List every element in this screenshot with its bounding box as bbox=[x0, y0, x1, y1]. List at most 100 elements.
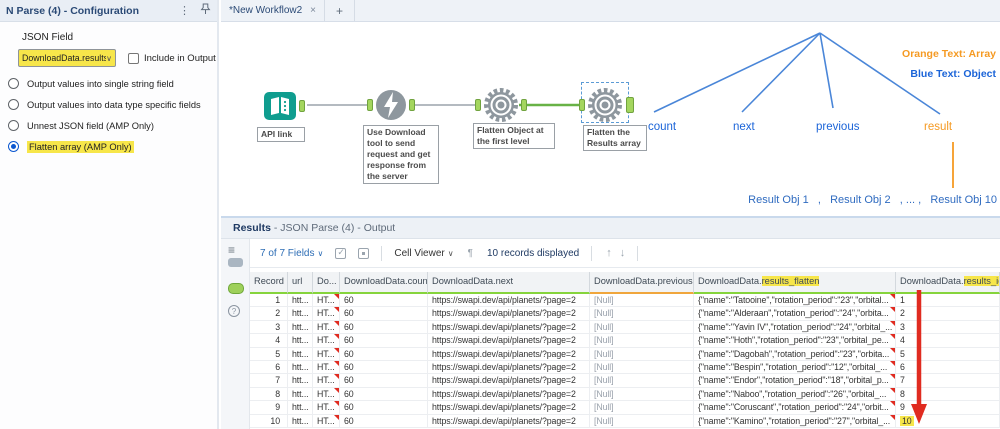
cell-next[interactable]: https://swapi.dev/api/planets/?page=2 bbox=[428, 321, 590, 333]
cell-count[interactable]: 60 bbox=[340, 321, 428, 333]
cell-count[interactable]: 60 bbox=[340, 374, 428, 386]
cell-previous[interactable]: [Null] bbox=[590, 361, 694, 373]
radio-icon[interactable] bbox=[8, 141, 19, 152]
scroll-up-icon[interactable]: ↑ bbox=[606, 247, 612, 259]
cell-next[interactable]: https://swapi.dev/api/planets/?page=2 bbox=[428, 334, 590, 346]
radio-icon[interactable] bbox=[8, 99, 19, 110]
cell-idx[interactable]: 5 bbox=[896, 348, 1000, 360]
input-anchor[interactable] bbox=[579, 99, 585, 111]
cell-count[interactable]: 60 bbox=[340, 307, 428, 319]
cell-idx[interactable]: 1 bbox=[896, 294, 1000, 306]
cell-count[interactable]: 60 bbox=[340, 415, 428, 427]
cell-idx[interactable]: 7 bbox=[896, 374, 1000, 386]
output-anchor[interactable] bbox=[299, 100, 305, 112]
cell-flatten[interactable]: {"name":"Naboo","rotation_period":"26","… bbox=[694, 388, 896, 400]
cell-count[interactable]: 60 bbox=[340, 361, 428, 373]
cell-headers[interactable]: HT... bbox=[313, 307, 340, 319]
cell-idx[interactable]: 10 bbox=[896, 415, 1000, 427]
column-header-previous[interactable]: DownloadData.previous bbox=[590, 272, 694, 294]
select-fields-icon[interactable] bbox=[335, 248, 346, 259]
cell-record[interactable]: 10 bbox=[250, 415, 288, 427]
cell-next[interactable]: https://swapi.dev/api/planets/?page=2 bbox=[428, 401, 590, 413]
cell-headers[interactable]: HT... bbox=[313, 348, 340, 360]
cell-previous[interactable]: [Null] bbox=[590, 321, 694, 333]
cell-idx[interactable]: 2 bbox=[896, 307, 1000, 319]
tool-text-input[interactable] bbox=[262, 88, 298, 129]
cell-record[interactable]: 8 bbox=[250, 388, 288, 400]
column-header-count[interactable]: DownloadData.count bbox=[340, 272, 428, 294]
cell-record[interactable]: 7 bbox=[250, 374, 288, 386]
cell-previous[interactable]: [Null] bbox=[590, 294, 694, 306]
column-header-headers[interactable]: Do... bbox=[313, 272, 340, 294]
input-anchor[interactable] bbox=[475, 99, 481, 111]
cell-previous[interactable]: [Null] bbox=[590, 348, 694, 360]
cell-url[interactable]: htt... bbox=[288, 334, 313, 346]
cell-headers[interactable]: HT... bbox=[313, 334, 340, 346]
radio-icon[interactable] bbox=[8, 78, 19, 89]
cell-headers[interactable]: HT... bbox=[313, 294, 340, 306]
cell-record[interactable]: 5 bbox=[250, 348, 288, 360]
cell-url[interactable]: htt... bbox=[288, 307, 313, 319]
column-header-url[interactable]: url bbox=[288, 272, 313, 294]
cell-flatten[interactable]: {"name":"Kamino","rotation_period":"27",… bbox=[694, 415, 896, 427]
table-row[interactable]: 3 htt...HT...60https://swapi.dev/api/plan… bbox=[250, 321, 1000, 334]
cell-idx[interactable]: 3 bbox=[896, 321, 1000, 333]
cell-flatten[interactable]: {"name":"Yavin IV","rotation_period":"24… bbox=[694, 321, 896, 333]
input-anchor[interactable] bbox=[367, 99, 373, 111]
cell-next[interactable]: https://swapi.dev/api/planets/?page=2 bbox=[428, 415, 590, 427]
cell-record[interactable]: 6 bbox=[250, 361, 288, 373]
column-header-record[interactable]: Record bbox=[250, 272, 288, 294]
tool-annotation[interactable]: Use Download tool to send request and ge… bbox=[363, 125, 439, 184]
whitespace-toggle-icon[interactable]: ¶ bbox=[468, 248, 473, 259]
cell-flatten[interactable]: {"name":"Hoth","rotation_period":"23","o… bbox=[694, 334, 896, 346]
cell-count[interactable]: 60 bbox=[340, 294, 428, 306]
cell-url[interactable]: htt... bbox=[288, 321, 313, 333]
cell-previous[interactable]: [Null] bbox=[590, 415, 694, 427]
cell-count[interactable]: 60 bbox=[340, 348, 428, 360]
column-header-flatten[interactable]: DownloadData.results_flatten bbox=[694, 272, 896, 294]
tool-download[interactable] bbox=[374, 88, 408, 127]
cell-headers[interactable]: HT... bbox=[313, 321, 340, 333]
cell-flatten[interactable]: {"name":"Bespin","rotation_period":"12",… bbox=[694, 361, 896, 373]
cell-idx[interactable]: 9 bbox=[896, 401, 1000, 413]
cell-next[interactable]: https://swapi.dev/api/planets/?page=2 bbox=[428, 374, 590, 386]
cell-next[interactable]: https://swapi.dev/api/planets/?page=2 bbox=[428, 348, 590, 360]
cell-count[interactable]: 60 bbox=[340, 401, 428, 413]
cell-previous[interactable]: [Null] bbox=[590, 334, 694, 346]
output-anchor[interactable] bbox=[521, 99, 527, 111]
cell-flatten[interactable]: {"name":"Dagobah","rotation_period":"23"… bbox=[694, 348, 896, 360]
kebab-menu-icon[interactable]: ⋮ bbox=[179, 4, 190, 17]
radio-icon[interactable] bbox=[8, 120, 19, 131]
cell-record[interactable]: 9 bbox=[250, 401, 288, 413]
cell-count[interactable]: 60 bbox=[340, 388, 428, 400]
cell-url[interactable]: htt... bbox=[288, 415, 313, 427]
help-icon[interactable]: ? bbox=[228, 305, 240, 317]
table-row[interactable]: 6htt...HT...60https://swapi.dev/api/plan… bbox=[250, 361, 1000, 374]
cell-headers[interactable]: HT... bbox=[313, 361, 340, 373]
cell-viewer-dropdown[interactable]: Cell Viewer∨ bbox=[394, 248, 453, 259]
cell-next[interactable]: https://swapi.dev/api/planets/?page=2 bbox=[428, 307, 590, 319]
table-row[interactable]: 9htt...HT...60https://swapi.dev/api/plan… bbox=[250, 401, 1000, 414]
table-row[interactable]: 8htt...HT...60https://swapi.dev/api/plan… bbox=[250, 388, 1000, 401]
cell-next[interactable]: https://swapi.dev/api/planets/?page=2 bbox=[428, 361, 590, 373]
cell-headers[interactable]: HT... bbox=[313, 374, 340, 386]
fields-dropdown[interactable]: 7 of 7 Fields∨ bbox=[260, 248, 323, 259]
cell-url[interactable]: htt... bbox=[288, 348, 313, 360]
table-row[interactable]: 4htt...HT...60https://swapi.dev/api/plan… bbox=[250, 334, 1000, 347]
radio-option-3[interactable]: Unnest JSON field (AMP Only) bbox=[8, 119, 211, 132]
cell-url[interactable]: htt... bbox=[288, 401, 313, 413]
table-row[interactable]: 2 htt...HT...60https://swapi.dev/api/plan… bbox=[250, 307, 1000, 320]
cell-focus-icon[interactable] bbox=[358, 248, 369, 259]
table-row[interactable]: 10htt...HT...60https://swapi.dev/api/pla… bbox=[250, 415, 1000, 428]
output-anchor[interactable] bbox=[626, 97, 634, 113]
table-row[interactable]: 5htt...HT...60https://swapi.dev/api/plan… bbox=[250, 348, 1000, 361]
cell-previous[interactable]: [Null] bbox=[590, 374, 694, 386]
cell-url[interactable]: htt... bbox=[288, 388, 313, 400]
cell-previous[interactable]: [Null] bbox=[590, 401, 694, 413]
tool-json-parse-4[interactable] bbox=[586, 86, 624, 129]
cell-headers[interactable]: HT... bbox=[313, 388, 340, 400]
tab-close-icon[interactable]: × bbox=[310, 5, 316, 16]
cell-idx[interactable]: 8 bbox=[896, 388, 1000, 400]
tool-annotation[interactable]: Flatten Object at the first level bbox=[473, 123, 555, 149]
column-header-next[interactable]: DownloadData.next bbox=[428, 272, 590, 294]
